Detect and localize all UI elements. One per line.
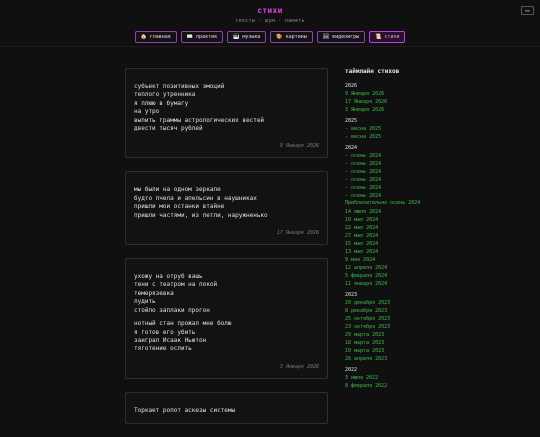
menu-toggle-button[interactable]: ≡≡ bbox=[521, 6, 534, 15]
timeline-link[interactable]: 14 июля 2024 bbox=[345, 208, 445, 216]
poem-date: 3 Января 2026 bbox=[279, 363, 319, 370]
timeline-link[interactable]: 27 мая 2024 bbox=[345, 232, 445, 240]
timeline-link[interactable]: 3 июля 2022 bbox=[345, 374, 445, 382]
poem-line: стойло заплаки прогон bbox=[134, 306, 210, 314]
nav-item-label: видеоигры bbox=[332, 34, 360, 40]
poem-line: пришли мои останки втайне bbox=[134, 203, 225, 211]
timeline-link[interactable]: 3 Января 2026 bbox=[345, 106, 445, 114]
nav-item-1[interactable]: 📖 практик bbox=[180, 31, 224, 43]
timeline-link[interactable]: 22 мая 2024 bbox=[345, 224, 445, 232]
scroll-icon: 📜 bbox=[375, 34, 382, 40]
home-icon: 🏠 bbox=[140, 34, 147, 40]
timeline-link[interactable]: 15 мая 2024 bbox=[345, 240, 445, 248]
timeline-link[interactable]: 18 марта 2023 bbox=[345, 339, 445, 347]
timeline-link[interactable]: - осень 2024 bbox=[345, 168, 445, 176]
piano-icon: 🎹 bbox=[233, 34, 240, 40]
timeline-link[interactable]: 10 марта 2023 bbox=[345, 347, 445, 355]
poem-card: ухожу на отруб вашь тени с театром на пок… bbox=[125, 258, 328, 379]
poem-line: ухожу на отруб вашь bbox=[134, 273, 203, 281]
timeline-year: 2025 bbox=[345, 118, 358, 124]
nav-item-label: стихи bbox=[384, 34, 400, 40]
timeline-link[interactable]: 17 Января 2026 bbox=[345, 98, 445, 106]
timeline-year: 2024 bbox=[345, 145, 358, 151]
poem-line: я готов его убить bbox=[134, 328, 196, 336]
timeline-link[interactable]: 8 декабря 2023 bbox=[345, 307, 445, 315]
poem-line: выпить граммы астрологических вестей bbox=[134, 116, 265, 124]
poem-card: субъект позитивных эмоций теплого утренни… bbox=[125, 68, 328, 159]
timeline-link[interactable]: - весна 2025 bbox=[345, 133, 445, 141]
nav-item-label: музыка bbox=[242, 34, 261, 40]
poem-line: на утро bbox=[134, 108, 160, 116]
nav-item-4[interactable]: 🖼 видеоигры bbox=[316, 31, 366, 43]
palette-icon: 🎨 bbox=[276, 34, 283, 40]
poem-card: Торкает ропот аскезы системы bbox=[125, 391, 328, 425]
poem-line: теплого утренника bbox=[134, 91, 196, 99]
nav-item-3[interactable]: 🎨 картины bbox=[270, 31, 313, 43]
sidebar-title: таймлайн стихов bbox=[345, 68, 400, 75]
timeline-link[interactable]: 10 мая 2024 bbox=[345, 216, 445, 224]
timeline-list: 2026 9 Января 2026 17 Января 2026 3 Января … bbox=[345, 83, 445, 390]
timeline-year: 2022 bbox=[345, 367, 358, 373]
timeline-link[interactable]: - осень 2024 bbox=[345, 184, 445, 192]
timeline-link[interactable]: - осень 2024 bbox=[345, 176, 445, 184]
timeline-link[interactable]: - весна 2025 bbox=[345, 125, 445, 133]
poem-feed: субъект позитивных эмоций теплого утренни… bbox=[125, 68, 328, 437]
nav-item-0[interactable]: 🏠 главная bbox=[134, 31, 177, 43]
timeline-link[interactable]: 25 октября 2023 bbox=[345, 315, 445, 323]
poem-line: субъект позитивных эмоций bbox=[134, 83, 225, 90]
timeline-link[interactable]: - осень 2024 bbox=[345, 160, 445, 168]
timeline-link[interactable]: - осень 2024 bbox=[345, 192, 445, 200]
poem-line: Торкает ропот аскезы системы bbox=[134, 406, 236, 414]
poem-line: я плюю в бумагу bbox=[134, 99, 189, 107]
poem-line: тяготение ослить bbox=[134, 345, 192, 353]
nav-item-5[interactable]: 📜 стихи bbox=[369, 31, 406, 43]
poem-line: заиграл Исаак Ньютон bbox=[134, 336, 207, 344]
timeline-link[interactable]: 13 мая 2024 bbox=[345, 248, 445, 256]
site-title[interactable]: стихи bbox=[0, 0, 540, 15]
poem-line: двести тысяч рублей bbox=[134, 125, 203, 133]
timeline-sidebar: таймлайн стихов 2026 9 Января 2026 17 Янва… bbox=[345, 68, 445, 390]
poem-line: нотный стан прожал мне болю bbox=[134, 320, 232, 328]
timeline-year: 2023 bbox=[345, 292, 358, 298]
site-tagline: тексты · шум · память bbox=[235, 18, 305, 24]
timeline-link[interactable]: 23 октября 2023 bbox=[345, 323, 445, 331]
timeline-link[interactable]: 9 Января 2026 bbox=[345, 90, 445, 98]
poem-line: лудить bbox=[134, 298, 156, 306]
timeline-link[interactable]: 11 января 2024 bbox=[345, 280, 445, 288]
nav-item-label: практик bbox=[196, 34, 218, 40]
site-header: стихи тексты · шум · память ≡≡ 🏠 главная 📖… bbox=[0, 0, 540, 47]
timeline-link[interactable]: 20 декабря 2023 bbox=[345, 299, 445, 307]
poem-line: пришли частями, из петли, наружненько bbox=[134, 211, 268, 219]
timeline-link[interactable]: - осень 2024 bbox=[345, 152, 445, 160]
book-icon: 📖 bbox=[186, 34, 194, 40]
poem-date: 17 Января 2026 bbox=[276, 230, 319, 237]
picture-icon: 🖼 bbox=[322, 34, 330, 40]
timeline-link[interactable]: 26 апреля 2023 bbox=[345, 355, 445, 363]
main-nav: 🏠 главная 📖 практик 🎹 музыка 🎨 картины 🖼 видеоигр… bbox=[0, 31, 540, 43]
poem-date: 9 Января 2026 bbox=[279, 143, 319, 150]
timeline-link[interactable]: 12 апреля 2024 bbox=[345, 264, 445, 272]
poem-card: мы были на одном зеркале будто пчела и ап… bbox=[125, 171, 328, 246]
nav-item-label: картины bbox=[285, 34, 307, 40]
timeline-link[interactable]: 8 февраля 2022 bbox=[345, 382, 445, 390]
poem-line: будто пчела и апельсин в наушниках bbox=[134, 194, 257, 202]
nav-item-2[interactable]: 🎹 музыка bbox=[227, 31, 267, 43]
timeline-link[interactable]: Приблизительно осень 2024 bbox=[345, 200, 445, 206]
timeline-year: 2026 bbox=[345, 83, 358, 89]
poem-line: тени с театром на покой bbox=[134, 281, 218, 289]
timeline-link[interactable]: 5 февраля 2024 bbox=[345, 272, 445, 280]
poem-line: темерязевка bbox=[134, 289, 174, 297]
poem-line: мы были на одном зеркале bbox=[134, 186, 221, 194]
timeline-link[interactable]: 29 марта 2023 bbox=[345, 331, 445, 339]
nav-item-label: главная bbox=[149, 34, 171, 40]
timeline-link[interactable]: 9 мая 2024 bbox=[345, 256, 445, 264]
